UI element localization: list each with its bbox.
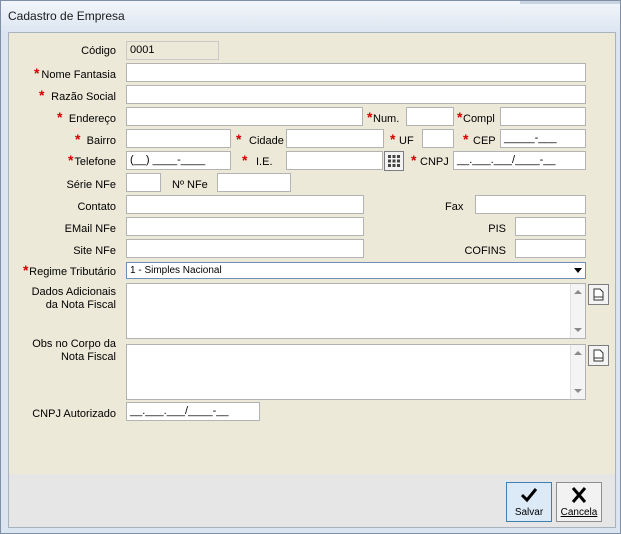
title-bar[interactable]: Cadastro de Empresa: [1, 1, 620, 31]
codigo-label: Código: [81, 45, 116, 57]
checkmark-icon: [520, 488, 538, 503]
compl-input[interactable]: [500, 107, 586, 126]
uf-input[interactable]: [422, 129, 454, 148]
nome-fantasia-input[interactable]: [126, 63, 586, 82]
required-mark: *: [367, 109, 373, 125]
cancel-button[interactable]: Cancela: [556, 482, 602, 522]
cnpj-label: CNPJ: [420, 156, 449, 168]
cep-label: CEP: [473, 135, 496, 147]
bairro-input[interactable]: [126, 129, 231, 148]
cnpj-autorizado-input[interactable]: __.___.___/____-__: [126, 402, 260, 421]
bairro-label: Bairro: [86, 135, 116, 147]
cnpj-autorizado-label: CNPJ Autorizado: [32, 408, 116, 420]
obs-corpo-doc-button[interactable]: [588, 345, 609, 366]
document-icon: [593, 288, 604, 301]
ie-keypad-button[interactable]: [384, 151, 404, 171]
obs-corpo-label-line2: Nota Fiscal: [60, 351, 116, 363]
ie-input[interactable]: [286, 151, 383, 170]
scroll-up-icon[interactable]: [574, 290, 582, 294]
obs-corpo-scrollbar[interactable]: [570, 345, 585, 399]
site-nfe-label: Site NFe: [73, 245, 116, 257]
email-nfe-label: EMail NFe: [64, 223, 116, 235]
n-nfe-label: Nº NFe: [172, 179, 208, 191]
codigo-field: 0001: [126, 41, 219, 60]
save-button-label: Salvar: [514, 507, 544, 518]
close-icon: [571, 487, 587, 503]
dados-adicionais-textarea[interactable]: [126, 283, 586, 339]
site-nfe-input[interactable]: [126, 239, 364, 258]
pis-label: PIS: [488, 223, 506, 235]
serie-nfe-input[interactable]: [126, 173, 161, 192]
cep-input[interactable]: _____-___: [500, 129, 586, 148]
window-title: Cadastro de Empresa: [8, 9, 125, 23]
pis-input[interactable]: [515, 217, 586, 236]
compl-label: Compl: [463, 113, 495, 125]
scroll-down-icon[interactable]: [574, 389, 582, 393]
keypad-icon: [388, 155, 400, 167]
cofins-input[interactable]: [515, 239, 586, 258]
company-form-window: Cadastro de Empresa Código 0001 * Nome F…: [0, 0, 621, 534]
required-mark: *: [411, 152, 417, 168]
cofins-label: COFINS: [464, 245, 506, 257]
cidade-input[interactable]: [286, 129, 384, 148]
dados-adicionais-label-line1: Dados Adicionais: [31, 286, 116, 298]
form-panel: Código 0001 * Nome Fantasia * Razão Soci…: [8, 32, 616, 475]
num-input[interactable]: [406, 107, 454, 126]
n-nfe-input[interactable]: [217, 173, 291, 192]
ie-label: I.E.: [256, 156, 273, 168]
telefone-input[interactable]: (__) ____-____: [126, 151, 231, 170]
cancel-button-label: Cancela: [560, 507, 598, 518]
dados-adicionais-scrollbar[interactable]: [570, 284, 585, 338]
required-mark: *: [463, 131, 469, 147]
razao-social-input[interactable]: [126, 85, 586, 104]
scroll-down-icon[interactable]: [574, 328, 582, 332]
telefone-label: Telefone: [74, 156, 116, 168]
dados-adicionais-label-line2: da Nota Fiscal: [45, 299, 116, 311]
cnpj-input[interactable]: __.___.___/____-__: [453, 151, 586, 170]
obs-corpo-label-line1: Obs no Corpo da: [32, 338, 116, 350]
cidade-label: Cidade: [249, 135, 284, 147]
obs-corpo-textarea[interactable]: [126, 344, 586, 400]
fax-label: Fax: [445, 201, 464, 213]
uf-label: UF: [399, 135, 414, 147]
serie-nfe-label: Série NFe: [66, 179, 116, 191]
document-icon: [593, 349, 604, 362]
endereco-label: Endereço: [68, 113, 116, 125]
required-mark: *: [457, 109, 463, 125]
required-mark: *: [390, 131, 396, 147]
fax-input[interactable]: [475, 195, 586, 214]
scroll-up-icon[interactable]: [574, 351, 582, 355]
num-label: Num.: [373, 113, 400, 125]
nome-fantasia-label: Nome Fantasia: [41, 69, 116, 81]
title-bar-edge: [520, 1, 620, 4]
contato-label: Contato: [77, 201, 116, 213]
chevron-down-icon: [574, 268, 582, 273]
contato-input[interactable]: [126, 195, 364, 214]
required-mark: *: [242, 152, 248, 168]
regime-label: Regime Tributário: [29, 266, 116, 278]
save-button[interactable]: Salvar: [506, 482, 552, 522]
razao-social-label: Razão Social: [51, 91, 116, 103]
required-mark: *: [236, 131, 242, 147]
dados-adicionais-doc-button[interactable]: [588, 284, 609, 305]
endereco-input[interactable]: [126, 107, 363, 126]
email-nfe-input[interactable]: [126, 217, 364, 236]
regime-select[interactable]: 1 - Simples Nacional: [126, 262, 586, 279]
regime-selected-value: 1 - Simples Nacional: [130, 265, 222, 276]
